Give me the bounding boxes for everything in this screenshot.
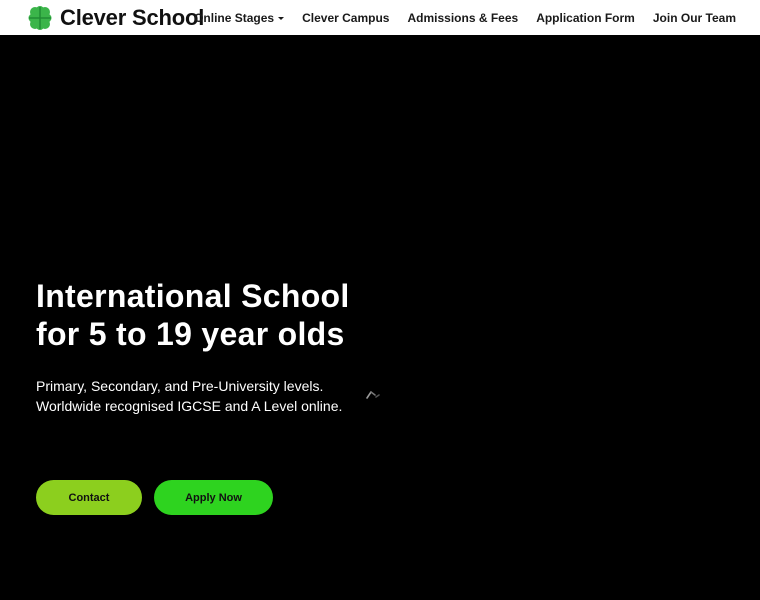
nav-item-label: Clever Campus [302,10,390,25]
nav-item-clever-campus[interactable]: Clever Campus [302,11,389,25]
loading-spinner-icon [366,391,380,399]
logo-text: Clever School [60,5,205,30]
hero-subtitle-line-2: Worldwide recognised IGCSE and A Level o… [36,398,343,414]
nav-item-label: Online Stages [194,10,275,25]
hero-section: International School for 5 to 19 year ol… [0,35,760,600]
nav-item-admissions-fees[interactable]: Admissions & Fees [407,11,518,25]
nav-item-join-our-team[interactable]: Join Our Team [653,11,736,25]
nav-item-label: Application Form [536,10,635,25]
hero-subtitle-line-1: Primary, Secondary, and Pre-University l… [36,378,324,394]
nav-item-label: Join Our Team [652,10,736,25]
nav-item-online-stages[interactable]: Online Stages [194,10,285,25]
hero-title-line-2: for 5 to 19 year olds [36,316,345,352]
contact-button[interactable]: Contact [36,480,142,515]
nav-item-application-form[interactable]: Application Form [536,11,635,25]
apply-now-button[interactable]: Apply Now [154,480,273,515]
hero-subtitle: Primary, Secondary, and Pre-University l… [36,376,356,416]
site-logo[interactable]: Clever School [27,5,204,31]
clover-logo-icon [28,6,52,30]
hero-title-line-1: International School [36,278,350,314]
main-nav: Online Stages Clever Campus Admissions &… [194,0,736,35]
site-header: Clever School Online Stages Clever Campu… [0,0,760,35]
nav-item-label: Admissions & Fees [407,10,519,25]
hero-title: International School for 5 to 19 year ol… [36,277,366,353]
caret-down-icon [278,16,285,20]
